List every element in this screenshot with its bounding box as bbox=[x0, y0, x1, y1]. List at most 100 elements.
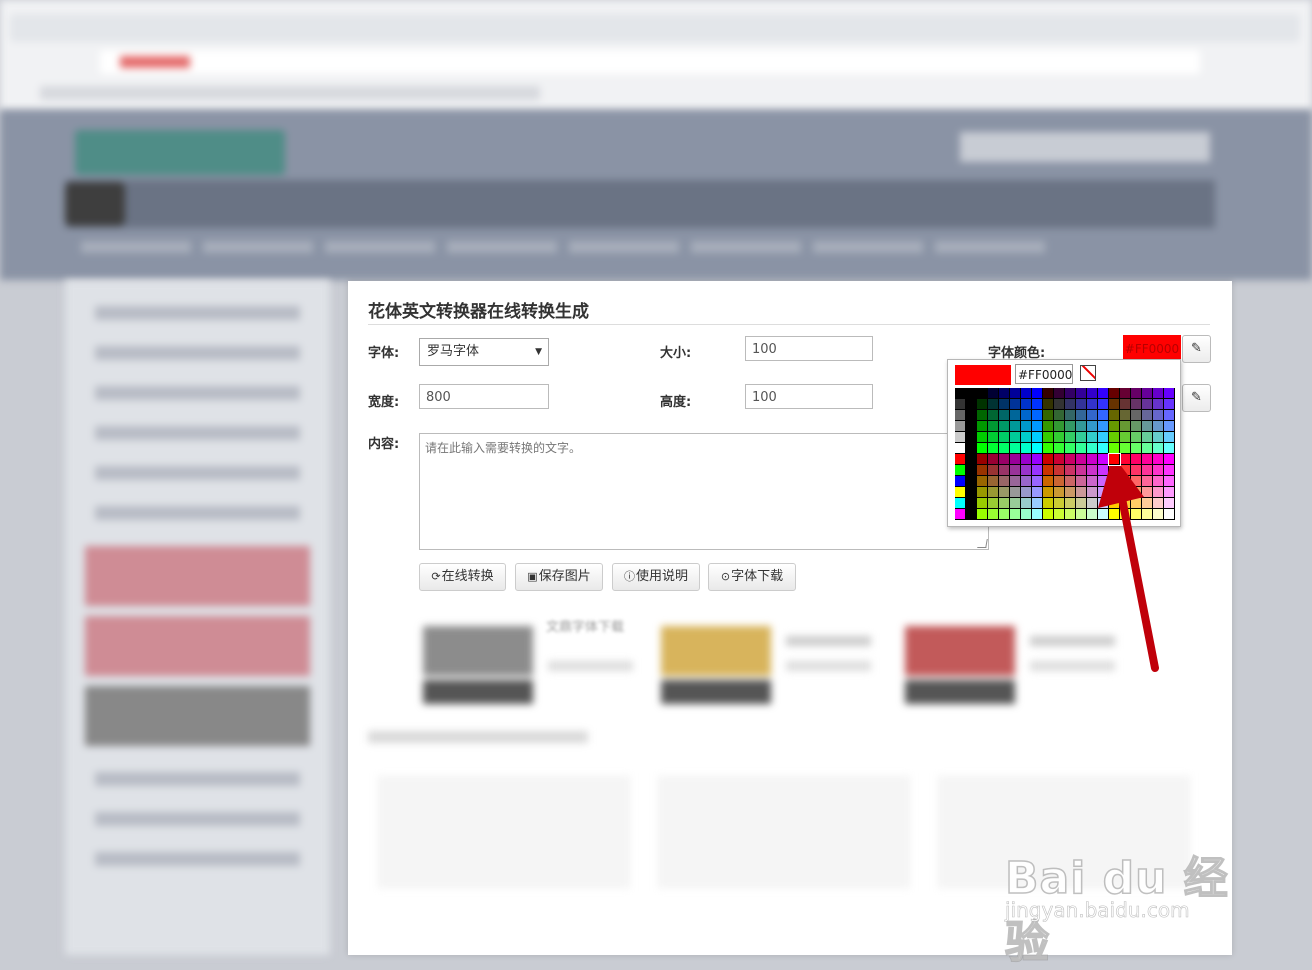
color-swatch-cell[interactable] bbox=[977, 498, 988, 509]
color-swatch-cell[interactable] bbox=[1120, 443, 1131, 454]
color-swatch-cell[interactable] bbox=[1087, 487, 1098, 498]
color-swatch-cell[interactable] bbox=[1142, 443, 1153, 454]
color-swatch-cell[interactable] bbox=[1109, 509, 1120, 520]
color-swatch-cell[interactable] bbox=[1076, 498, 1087, 509]
color-swatch-cell[interactable] bbox=[1164, 465, 1175, 476]
color-swatch-cell[interactable] bbox=[1098, 388, 1109, 399]
color-swatch-cell[interactable] bbox=[1065, 432, 1076, 443]
color-swatch-cell[interactable] bbox=[1131, 498, 1142, 509]
color-swatch-cell[interactable] bbox=[1032, 498, 1043, 509]
color-swatch-cell[interactable] bbox=[999, 432, 1010, 443]
color-swatch-cell[interactable] bbox=[1098, 432, 1109, 443]
color-swatch-cell[interactable] bbox=[988, 487, 999, 498]
color-swatch-cell[interactable] bbox=[1131, 410, 1142, 421]
color-swatch-cell[interactable] bbox=[1054, 487, 1065, 498]
color-swatch-cell[interactable] bbox=[1098, 443, 1109, 454]
color-swatch-cell[interactable] bbox=[1153, 476, 1164, 487]
color-swatch-cell[interactable] bbox=[1109, 388, 1120, 399]
color-swatch-cell[interactable] bbox=[1109, 498, 1120, 509]
color-swatch-cell[interactable] bbox=[1076, 399, 1087, 410]
color-swatch-cell[interactable] bbox=[955, 509, 966, 520]
color-swatch-cell[interactable] bbox=[1021, 498, 1032, 509]
color-swatch-cell[interactable] bbox=[1054, 443, 1065, 454]
color-swatch-cell[interactable] bbox=[1098, 454, 1109, 465]
color-swatch-cell[interactable] bbox=[1054, 509, 1065, 520]
color-swatch-cell[interactable] bbox=[1076, 432, 1087, 443]
color-swatch-cell[interactable] bbox=[1109, 421, 1120, 432]
color-swatch-cell[interactable] bbox=[1109, 432, 1120, 443]
color-swatch-cell[interactable] bbox=[1131, 443, 1142, 454]
color-swatch-cell[interactable] bbox=[977, 476, 988, 487]
color-swatch-cell[interactable] bbox=[1076, 476, 1087, 487]
color-swatch-cell[interactable] bbox=[966, 421, 977, 432]
color-swatch-cell[interactable] bbox=[1087, 465, 1098, 476]
color-swatch-cell[interactable] bbox=[1043, 454, 1054, 465]
color-swatch-cell[interactable] bbox=[1153, 465, 1164, 476]
color-swatch-cell[interactable] bbox=[1142, 432, 1153, 443]
color-swatch-cell[interactable] bbox=[1142, 509, 1153, 520]
color-swatch-cell[interactable] bbox=[1021, 421, 1032, 432]
color-swatch-cell[interactable] bbox=[1054, 465, 1065, 476]
color-swatch-cell[interactable] bbox=[977, 509, 988, 520]
color-swatch-cell[interactable] bbox=[1010, 476, 1021, 487]
color-swatch-cell[interactable] bbox=[1021, 476, 1032, 487]
color-swatch-cell[interactable] bbox=[1010, 421, 1021, 432]
edit-background-button[interactable]: ✎ bbox=[1182, 384, 1211, 412]
color-swatch-cell[interactable] bbox=[1164, 399, 1175, 410]
color-palette-grid[interactable] bbox=[955, 388, 1175, 520]
color-swatch-cell[interactable] bbox=[1010, 487, 1021, 498]
color-swatch-cell[interactable] bbox=[1153, 443, 1164, 454]
color-swatch-cell[interactable] bbox=[1087, 443, 1098, 454]
color-swatch-cell[interactable] bbox=[1076, 421, 1087, 432]
color-swatch-cell[interactable] bbox=[1010, 443, 1021, 454]
color-swatch-cell[interactable] bbox=[1142, 454, 1153, 465]
color-swatch-cell[interactable] bbox=[1087, 509, 1098, 520]
color-swatch-cell[interactable] bbox=[1087, 410, 1098, 421]
color-swatch-cell[interactable] bbox=[1065, 388, 1076, 399]
color-swatch-cell[interactable] bbox=[1131, 487, 1142, 498]
color-swatch-cell[interactable] bbox=[1065, 498, 1076, 509]
color-swatch-cell[interactable] bbox=[1043, 421, 1054, 432]
color-swatch-cell[interactable] bbox=[1054, 432, 1065, 443]
color-swatch-cell[interactable] bbox=[988, 509, 999, 520]
color-swatch-cell[interactable] bbox=[988, 465, 999, 476]
color-swatch-cell[interactable] bbox=[999, 476, 1010, 487]
color-swatch-cell[interactable] bbox=[1120, 454, 1131, 465]
color-swatch-cell[interactable] bbox=[1087, 476, 1098, 487]
color-swatch-cell[interactable] bbox=[988, 476, 999, 487]
color-swatch-cell[interactable] bbox=[955, 476, 966, 487]
color-swatch-cell[interactable] bbox=[1043, 476, 1054, 487]
color-swatch-cell[interactable] bbox=[1131, 476, 1142, 487]
color-swatch-cell[interactable] bbox=[1153, 509, 1164, 520]
color-swatch-cell[interactable] bbox=[955, 443, 966, 454]
color-swatch-cell[interactable] bbox=[1164, 432, 1175, 443]
color-swatch-cell[interactable] bbox=[1142, 399, 1153, 410]
color-swatch-cell[interactable] bbox=[1153, 454, 1164, 465]
color-swatch-cell[interactable] bbox=[1098, 487, 1109, 498]
color-swatch-cell[interactable] bbox=[1098, 509, 1109, 520]
color-swatch-cell[interactable] bbox=[1109, 410, 1120, 421]
color-swatch-cell[interactable] bbox=[955, 465, 966, 476]
color-swatch-cell[interactable] bbox=[988, 388, 999, 399]
color-swatch-cell[interactable] bbox=[999, 487, 1010, 498]
color-swatch-cell[interactable] bbox=[1065, 399, 1076, 410]
content-textarea[interactable]: 请在此输入需要转换的文字。 bbox=[419, 433, 989, 550]
color-swatch-cell[interactable] bbox=[1032, 487, 1043, 498]
color-swatch-cell[interactable] bbox=[1098, 421, 1109, 432]
color-swatch-cell[interactable] bbox=[1043, 498, 1054, 509]
color-swatch-cell[interactable] bbox=[1043, 399, 1054, 410]
color-swatch-cell[interactable] bbox=[1120, 509, 1131, 520]
color-swatch-cell[interactable] bbox=[1010, 388, 1021, 399]
color-swatch-cell[interactable] bbox=[1120, 421, 1131, 432]
color-swatch-cell[interactable] bbox=[1010, 399, 1021, 410]
color-swatch-cell[interactable] bbox=[1131, 399, 1142, 410]
color-swatch-cell[interactable] bbox=[966, 454, 977, 465]
color-swatch-cell[interactable] bbox=[966, 509, 977, 520]
color-swatch-cell[interactable] bbox=[955, 410, 966, 421]
color-swatch-cell[interactable] bbox=[966, 476, 977, 487]
color-swatch-cell[interactable] bbox=[1021, 487, 1032, 498]
color-swatch-cell[interactable] bbox=[1142, 476, 1153, 487]
color-swatch-cell[interactable] bbox=[1120, 465, 1131, 476]
color-swatch-cell[interactable] bbox=[988, 432, 999, 443]
color-swatch-cell[interactable] bbox=[1098, 465, 1109, 476]
